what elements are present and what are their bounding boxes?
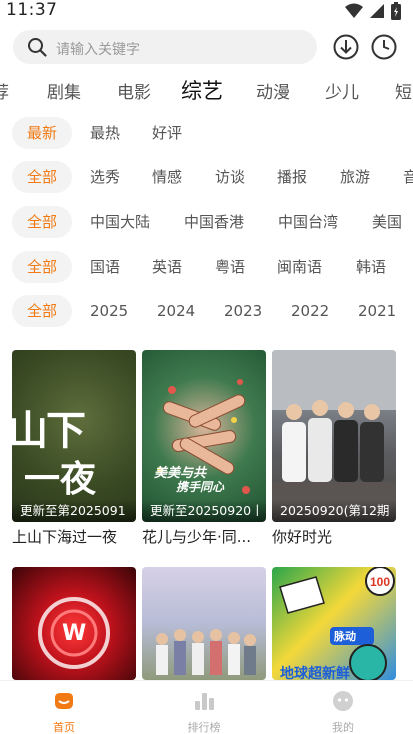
tab-recommend[interactable]: 荐	[0, 78, 9, 103]
poster-text: 一夜	[24, 458, 97, 500]
card-show-2[interactable]: 美美与共 携手同心 更新至20250920丨 花儿与少年·同...	[142, 350, 266, 547]
chip-broadcast[interactable]: 播报	[277, 161, 307, 193]
poster-image	[142, 567, 266, 680]
chip-travel[interactable]: 旅游	[340, 161, 370, 193]
tab-movie[interactable]: 电影	[117, 78, 151, 103]
ranking-icon	[195, 693, 214, 710]
download-icon	[333, 34, 359, 60]
nav-profile[interactable]: 我的	[303, 689, 383, 734]
filter-year: 全部 2025 2024 2023 2022 2021	[0, 295, 413, 329]
poster-image: 山下 一夜 更新至第2025091	[12, 350, 136, 522]
chip-language-all[interactable]: 全部	[12, 251, 72, 283]
poster-text: W	[62, 621, 87, 646]
nav-ranking-label: 排行榜	[187, 721, 221, 734]
tab-variety[interactable]: 综艺	[181, 75, 223, 105]
poster-image: 100 脉动 地球超新鲜	[272, 567, 396, 680]
chip-taiwan[interactable]: 中国台湾	[278, 206, 338, 238]
chip-mandarin[interactable]: 国语	[90, 251, 120, 283]
chip-latest[interactable]: 最新	[12, 117, 72, 149]
search-input[interactable]: 请输入关键字	[13, 30, 317, 64]
card-title: 上山下海过一夜	[12, 528, 118, 546]
poster-text: 地球超新鲜	[280, 666, 350, 680]
chip-minnan[interactable]: 闽南语	[277, 251, 322, 283]
chip-hongkong[interactable]: 中国香港	[184, 206, 244, 238]
group-illustration	[156, 629, 256, 675]
chip-year-all[interactable]: 全部	[12, 295, 72, 327]
chip-region-all[interactable]: 全部	[12, 206, 72, 238]
card-show-1[interactable]: 山下 一夜 更新至第2025091 上山下海过一夜	[12, 350, 136, 547]
card-title: 花儿与少年·同...	[142, 528, 252, 546]
chip-cantonese[interactable]: 粤语	[215, 251, 245, 283]
poster-text: 携手同心	[176, 480, 225, 494]
chip-music[interactable]: 音	[403, 161, 413, 193]
chip-year-2021[interactable]: 2021	[358, 295, 396, 327]
svg-text:100: 100	[370, 575, 390, 589]
status-icons	[345, 2, 401, 20]
tab-kids[interactable]: 少儿	[325, 78, 359, 103]
chip-year-2023[interactable]: 2023	[224, 295, 262, 327]
chip-english[interactable]: 英语	[152, 251, 182, 283]
nav-home[interactable]: 首页	[24, 689, 104, 734]
chip-usa[interactable]: 美国	[372, 206, 402, 238]
hands-illustration	[157, 379, 250, 494]
update-badge: 更新至20250920丨	[142, 500, 266, 522]
battery-icon	[391, 2, 401, 20]
tab-anime[interactable]: 动漫	[256, 78, 290, 103]
tab-series[interactable]: 剧集	[47, 78, 81, 103]
chip-year-2022[interactable]: 2022	[291, 295, 329, 327]
filter-language: 全部 国语 英语 粤语 闽南语 韩语	[0, 251, 413, 285]
poster-image: 美美与共 携手同心 更新至20250920丨	[142, 350, 266, 522]
card-show-3[interactable]: 20250920(第12期 你好时光	[272, 350, 396, 547]
home-icon	[55, 693, 73, 709]
category-tabs: 荐 剧集 电影 综艺 动漫 少儿 短	[0, 74, 413, 106]
history-button[interactable]	[370, 33, 398, 61]
poster-image: 20250920(第12期	[272, 350, 396, 522]
app-screen: 11:37 请输入关键字 荐 剧集 电影 综艺 动漫 少儿 短 最新 最热 好评…	[0, 0, 413, 734]
chip-year-2025[interactable]: 2025	[90, 295, 128, 327]
poster-text: 脉动	[334, 630, 356, 643]
nav-profile-label: 我的	[332, 721, 354, 734]
poster-text: 山下	[12, 407, 86, 454]
update-badge: 20250920(第12期	[272, 500, 396, 522]
card-show-5[interactable]	[142, 567, 266, 680]
download-button[interactable]	[332, 33, 360, 61]
signal-icon	[370, 4, 384, 18]
filter-sort: 最新 最热 好评	[0, 117, 413, 151]
search-icon	[28, 38, 47, 57]
chip-romance[interactable]: 情感	[152, 161, 182, 193]
poster-image: W	[12, 567, 136, 680]
search-placeholder: 请输入关键字	[56, 42, 140, 58]
nav-ranking[interactable]: 排行榜	[164, 689, 244, 734]
chip-type-all[interactable]: 全部	[12, 161, 72, 193]
clock-icon	[371, 34, 397, 60]
card-title: 你好时光	[272, 528, 333, 546]
chip-interview[interactable]: 访谈	[215, 161, 245, 193]
chip-top-rated[interactable]: 好评	[152, 117, 182, 149]
filter-type: 全部 选秀 情感 访谈 播报 旅游 音	[0, 161, 413, 195]
people-illustration	[272, 350, 396, 522]
update-badge: 更新至第2025091	[12, 500, 136, 522]
bottom-nav: 首页 排行榜 我的	[0, 680, 413, 734]
card-show-4[interactable]: W	[12, 567, 136, 680]
nav-home-label: 首页	[53, 721, 75, 734]
status-bar: 11:37	[0, 0, 413, 24]
tab-short[interactable]: 短	[395, 78, 412, 103]
card-show-6[interactable]: 100 脉动 地球超新鲜	[272, 567, 396, 680]
chip-hottest[interactable]: 最热	[90, 117, 120, 149]
wifi-icon	[345, 3, 363, 18]
chip-year-2024[interactable]: 2024	[157, 295, 195, 327]
filter-region: 全部 中国大陆 中国香港 中国台湾 美国	[0, 206, 413, 240]
status-time: 11:37	[6, 0, 58, 20]
chip-korean[interactable]: 韩语	[356, 251, 386, 283]
chip-talent[interactable]: 选秀	[90, 161, 120, 193]
profile-icon	[333, 691, 353, 711]
chip-mainland[interactable]: 中国大陆	[90, 206, 150, 238]
